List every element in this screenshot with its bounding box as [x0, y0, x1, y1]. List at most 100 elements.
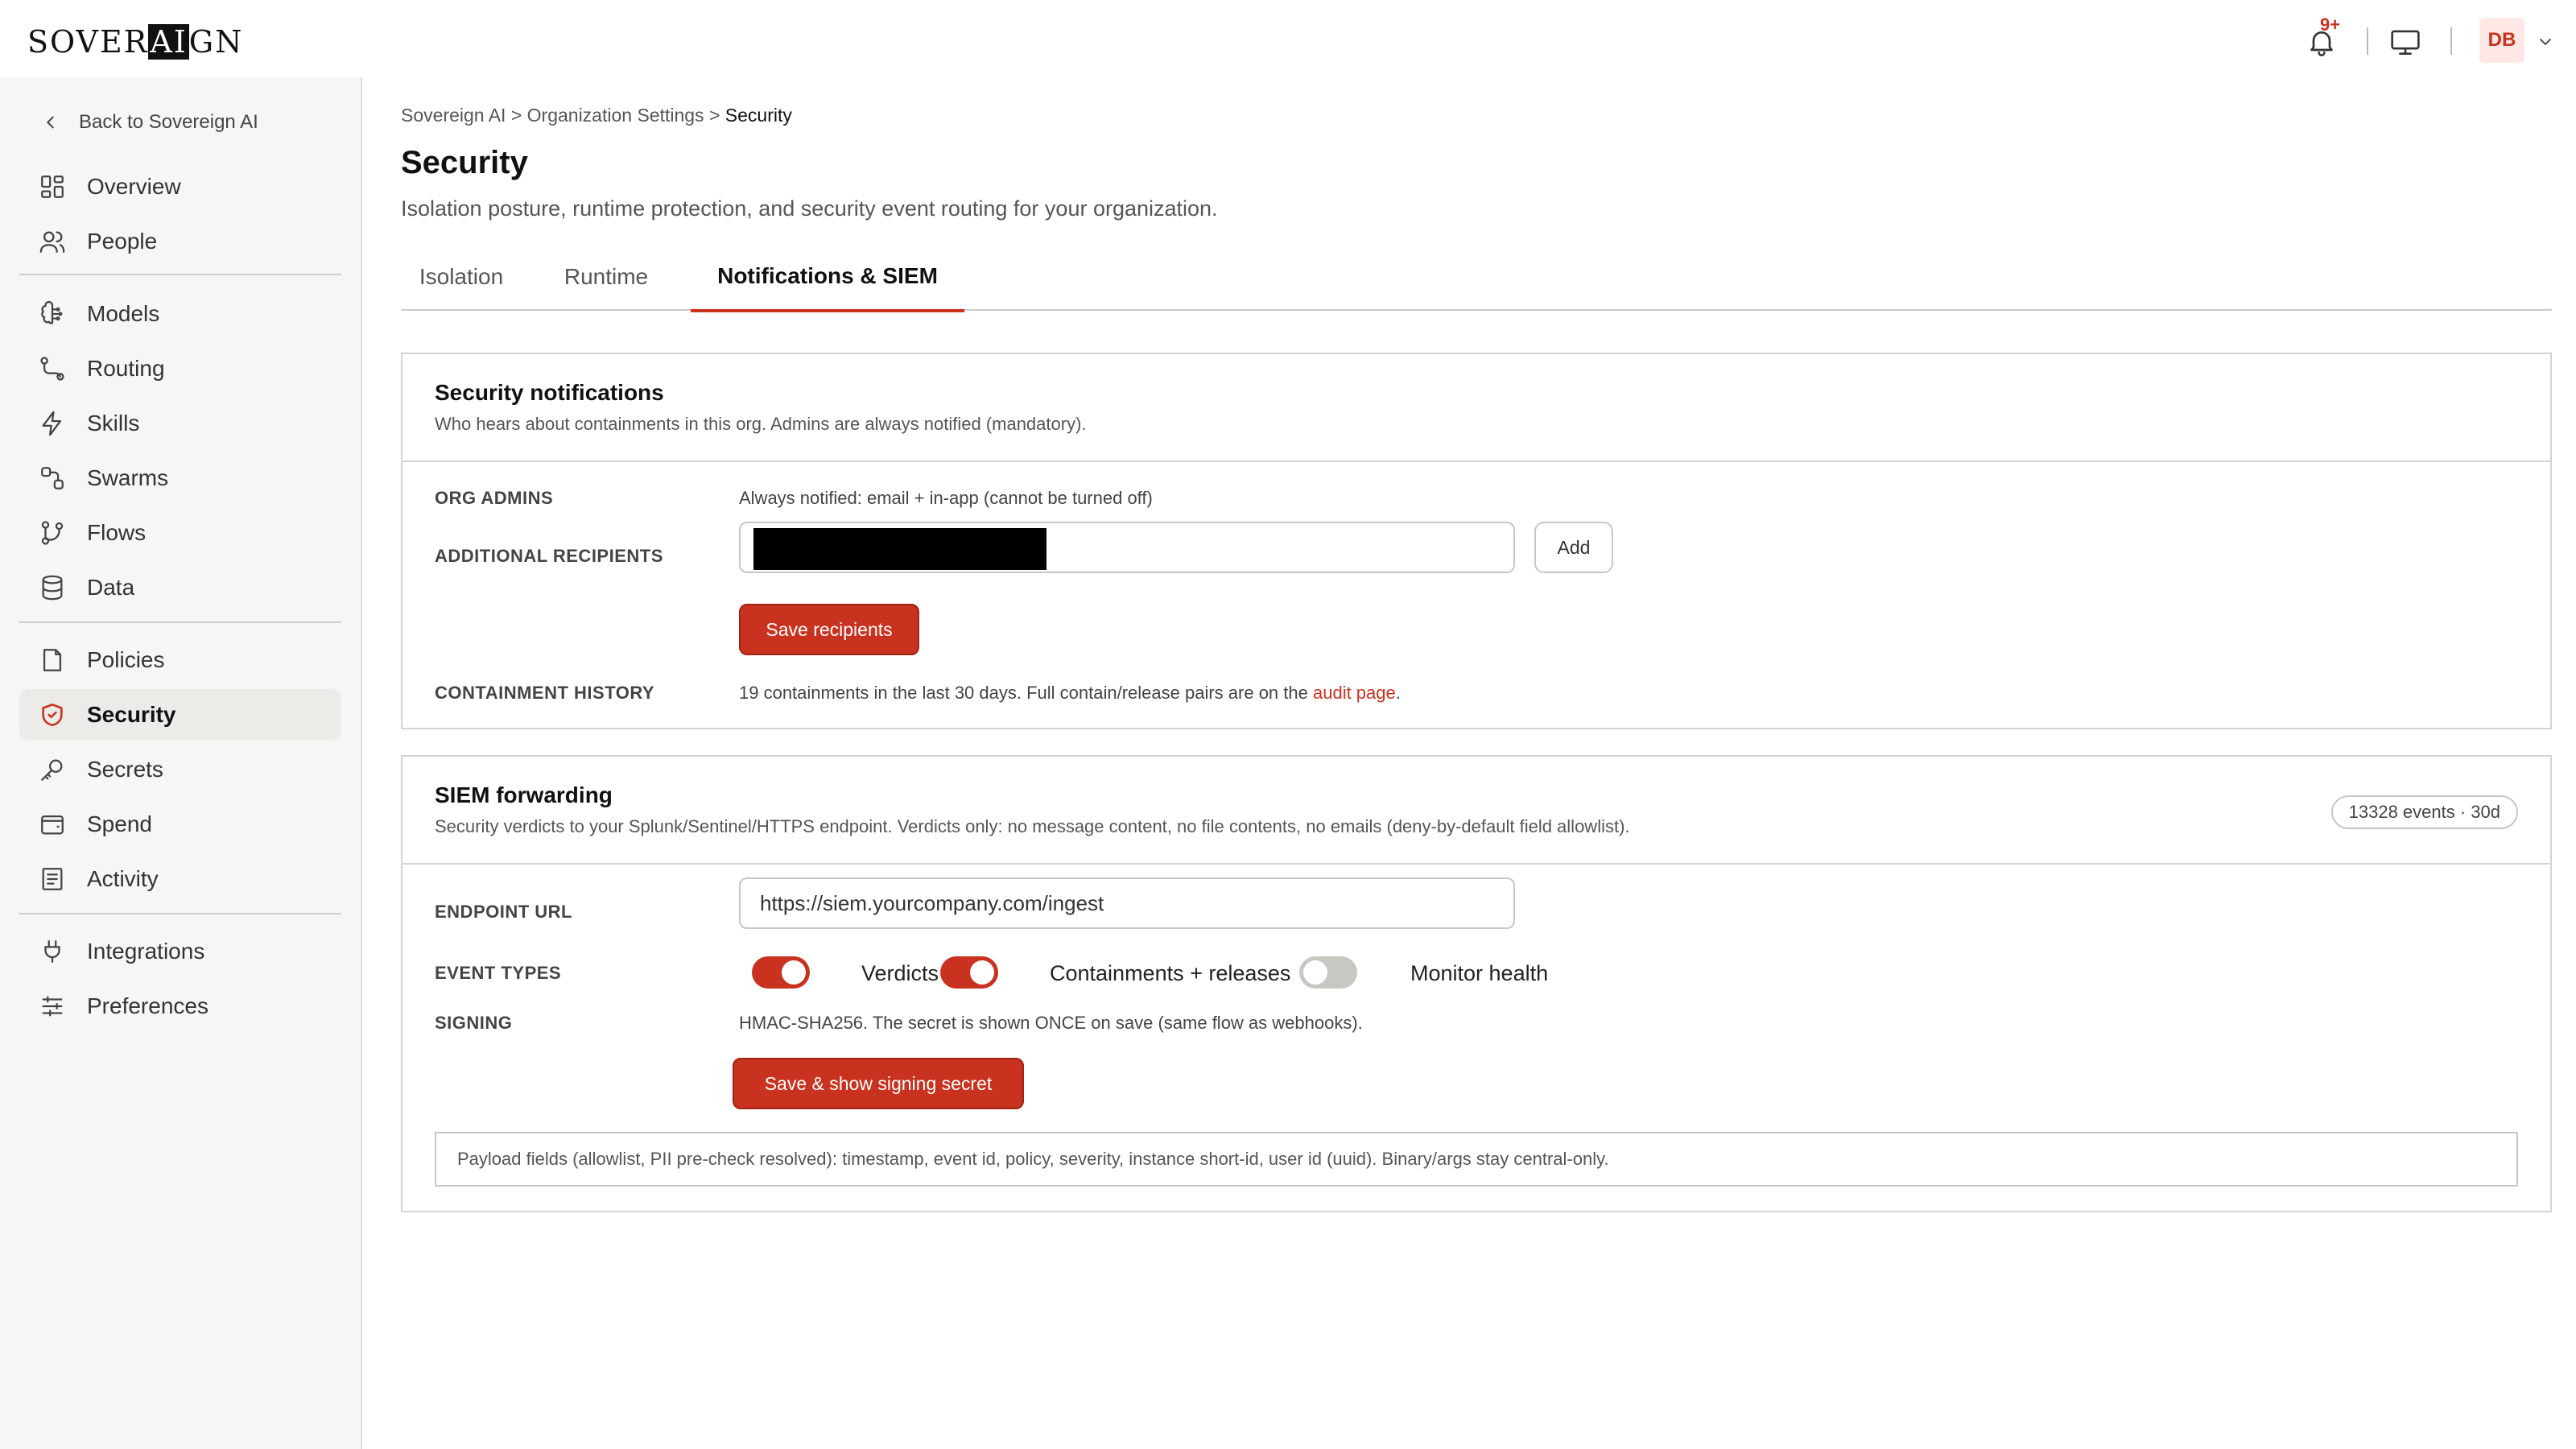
- verdicts-toggle-label: Verdicts: [861, 961, 939, 985]
- sidebar-item-label: Spend: [87, 811, 152, 836]
- card-subtitle: Who hears about containments in this org…: [435, 414, 1087, 434]
- sidebar-item-label: People: [87, 229, 158, 254]
- containment-history-end: .: [1395, 683, 1401, 703]
- sidebar-item-flows[interactable]: Flows: [19, 507, 341, 559]
- sidebar-item-label: Data: [87, 575, 135, 600]
- sidebar-item-security[interactable]: Security: [19, 689, 341, 741]
- toggle-knob: [970, 960, 994, 985]
- redacted-value: [753, 528, 1046, 570]
- sidebar-item-label: Activity: [87, 866, 159, 891]
- sidebar-item-label: Flows: [87, 520, 147, 545]
- security-notifications-card: Security notifications Who hears about c…: [401, 353, 2552, 729]
- sidebar-item-swarms[interactable]: Swarms: [19, 452, 341, 504]
- card-subtitle: Security verdicts to your Splunk/Sentine…: [435, 816, 1630, 836]
- key-icon: [41, 759, 63, 781]
- database-icon: [42, 575, 63, 601]
- sidebar-item-label: Skills: [87, 411, 140, 436]
- sidebar-item-label: Swarms: [87, 465, 169, 490]
- events-count-badge: 13328 events · 30d: [2330, 795, 2518, 829]
- endpoint-url-input[interactable]: https://siem.yourcompany.com/ingest: [739, 877, 1515, 929]
- swarm-icon: [41, 467, 64, 489]
- back-link[interactable]: Back to Sovereign AI: [42, 111, 258, 134]
- recipients-input[interactable]: [739, 522, 1515, 573]
- sidebar-item-label: Security: [87, 702, 176, 727]
- monitor-health-toggle[interactable]: [1299, 956, 1357, 989]
- brain-icon: [41, 300, 63, 324]
- sidebar-item-secrets[interactable]: Secrets: [19, 744, 341, 795]
- breadcrumb-separator: >: [510, 105, 522, 126]
- sidebar-item-activity[interactable]: Activity: [19, 853, 341, 905]
- containments-toggle[interactable]: [940, 956, 998, 989]
- tab-runtime[interactable]: Runtime: [554, 243, 658, 311]
- shield-icon: [42, 703, 63, 727]
- header-divider: [2367, 27, 2368, 55]
- card-header: Security notifications Who hears about c…: [402, 354, 2550, 462]
- siem-forwarding-card: SIEM forwarding Security verdicts to you…: [401, 755, 2552, 1212]
- containments-toggle-label: Containments + releases: [1050, 961, 1291, 985]
- notification-badge: 9+: [2320, 14, 2341, 35]
- breadcrumb-link-sovereign[interactable]: Sovereign AI: [401, 105, 506, 126]
- page-subtitle: Isolation posture, runtime protection, a…: [401, 196, 1218, 221]
- logo-text-highlight: AI: [148, 24, 189, 60]
- avatar[interactable]: DB: [2479, 18, 2524, 63]
- logo-text-post: GN: [188, 24, 244, 60]
- sidebar-item-label: Models: [87, 301, 160, 326]
- sidebar-item-spend[interactable]: Spend: [19, 799, 341, 850]
- tab-isolation[interactable]: Isolation: [419, 243, 503, 311]
- list-icon: [42, 868, 63, 890]
- grid-icon: [41, 175, 64, 198]
- verdicts-toggle[interactable]: [752, 956, 810, 989]
- sidebar-item-label: Integrations: [87, 939, 205, 964]
- sliders-icon: [42, 996, 63, 1017]
- top-bar: SOVER AI GN 9+ DB: [0, 0, 2576, 77]
- chevron-left-icon: [47, 116, 54, 129]
- logo[interactable]: SOVER AI GN: [27, 24, 243, 60]
- breadcrumb-separator: >: [708, 105, 720, 126]
- sidebar-item-label: Preferences: [87, 993, 208, 1018]
- card-header: SIEM forwarding Security verdicts to you…: [402, 757, 2550, 865]
- breadcrumb-link-org-settings[interactable]: Organization Settings: [527, 105, 704, 126]
- sidebar-item-data[interactable]: Data: [19, 562, 341, 613]
- save-show-signing-secret-button[interactable]: Save & show signing secret: [733, 1058, 1024, 1109]
- sidebar-divider: [19, 913, 341, 914]
- sidebar-item-label: Policies: [87, 647, 165, 672]
- breadcrumb: Sovereign AI > Organization Settings > S…: [401, 105, 792, 126]
- sidebar-item-label: Secrets: [87, 757, 163, 782]
- add-recipient-button[interactable]: Add: [1534, 522, 1613, 573]
- signing-label: SIGNING: [435, 1013, 513, 1033]
- toggle-knob: [1303, 960, 1327, 985]
- signing-text: HMAC-SHA256. The secret is shown ONCE on…: [739, 1013, 1363, 1033]
- payload-fields-note: Payload fields (allowlist, PII pre-check…: [435, 1132, 2518, 1187]
- audit-page-link[interactable]: audit page: [1313, 683, 1396, 703]
- sidebar: Back to Sovereign AI Overview People Mod…: [0, 77, 362, 1449]
- sidebar-item-label: Overview: [87, 174, 181, 199]
- document-icon: [43, 649, 62, 671]
- sidebar-item-routing[interactable]: Routing: [19, 343, 341, 394]
- sidebar-item-skills[interactable]: Skills: [19, 398, 341, 449]
- sidebar-item-integrations[interactable]: Integrations: [19, 926, 341, 977]
- toggle-knob: [782, 960, 806, 985]
- additional-recipients-label: ADDITIONAL RECIPIENTS: [435, 546, 663, 566]
- main-content: Sovereign AI > Organization Settings > S…: [364, 77, 2576, 1449]
- sidebar-item-label: Routing: [87, 356, 165, 381]
- logo-text-pre: SOVER: [27, 24, 149, 60]
- header-divider: [2450, 27, 2452, 55]
- sidebar-item-people[interactable]: People: [19, 216, 341, 267]
- save-recipients-button[interactable]: Save recipients: [739, 604, 919, 655]
- sidebar-item-policies[interactable]: Policies: [19, 634, 341, 686]
- sidebar-divider: [19, 274, 341, 275]
- sidebar-item-preferences[interactable]: Preferences: [19, 980, 341, 1032]
- sidebar-item-models[interactable]: Models: [19, 288, 341, 340]
- monitor-health-toggle-label: Monitor health: [1410, 961, 1549, 985]
- card-title: SIEM forwarding: [435, 782, 613, 807]
- containment-history-text: 19 containments in the last 30 days. Ful…: [739, 683, 1401, 704]
- tab-notifications-siem[interactable]: Notifications & SIEM: [691, 243, 964, 312]
- sidebar-divider: [19, 621, 341, 623]
- sidebar-item-overview[interactable]: Overview: [19, 161, 341, 213]
- branch-icon: [41, 521, 64, 545]
- chevron-down-icon[interactable]: [2536, 32, 2555, 52]
- back-link-label: Back to Sovereign AI: [79, 111, 258, 133]
- monitor-icon[interactable]: [2389, 27, 2421, 56]
- org-admins-label: ORG ADMINS: [435, 488, 554, 508]
- card-title: Security notifications: [435, 380, 664, 405]
